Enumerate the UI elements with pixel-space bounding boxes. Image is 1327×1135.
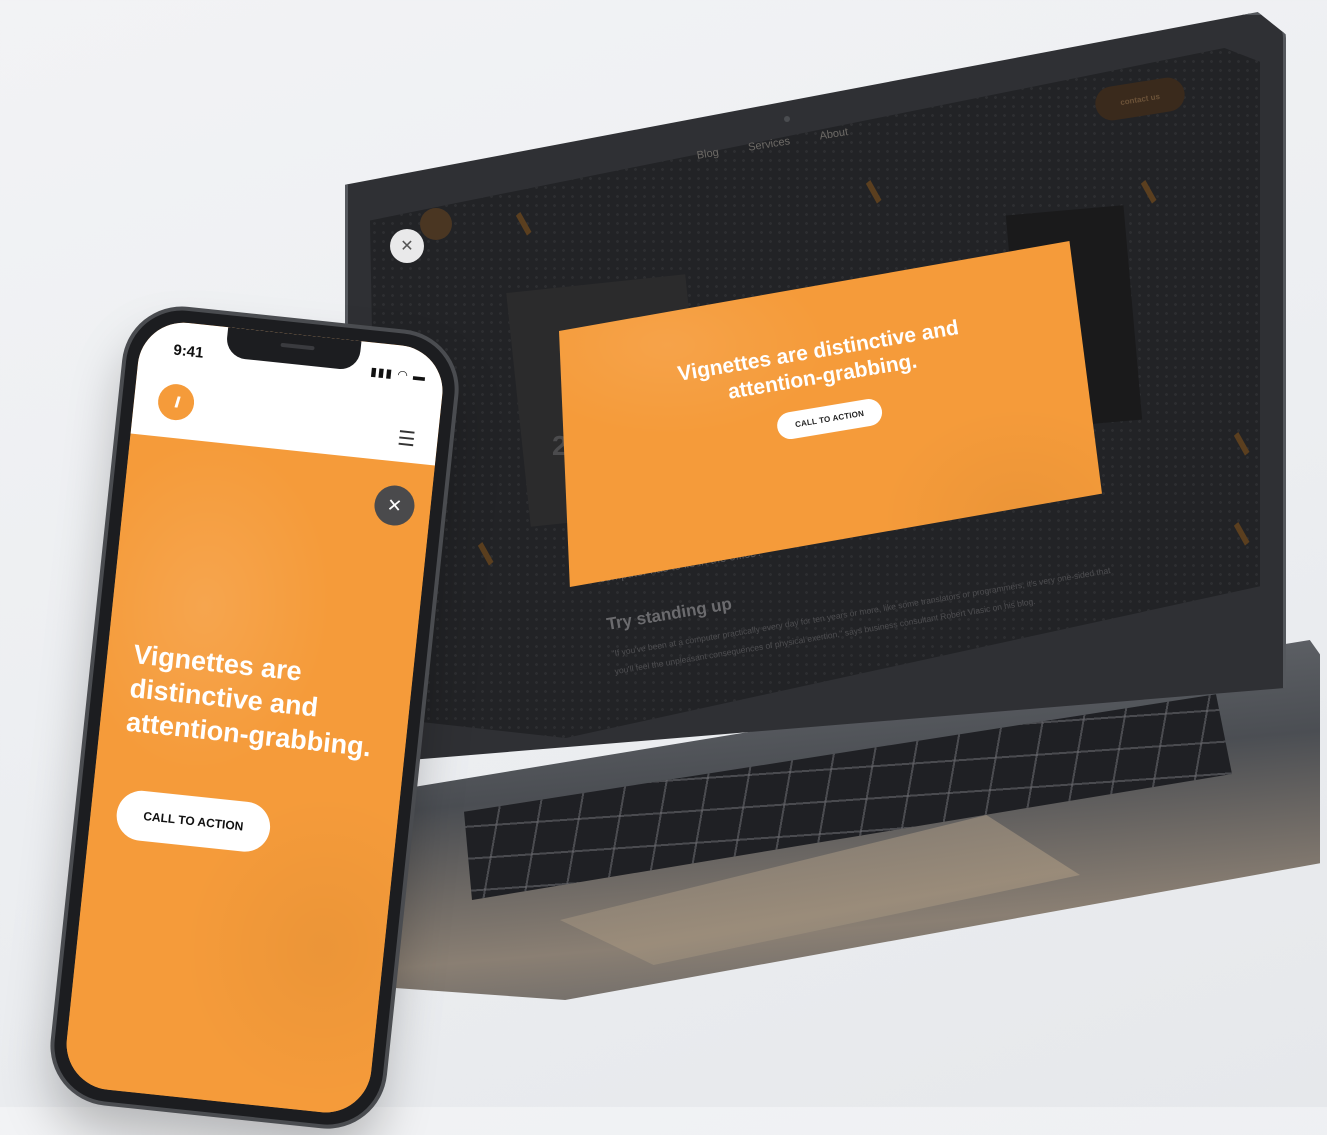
laptop-modal-close-button[interactable]: ✕ (390, 229, 424, 263)
signal-icon: ▮▮▮ (369, 364, 394, 381)
brand-logo-icon (420, 208, 452, 240)
status-time: 9:41 (172, 341, 205, 362)
close-icon: ✕ (400, 238, 414, 255)
camera-icon (784, 116, 790, 122)
battery-icon: ▬ (412, 368, 427, 385)
hamburger-menu-icon[interactable]: ☰ (396, 426, 416, 453)
wifi-icon: ◠ (396, 367, 410, 383)
close-icon: ✕ (385, 494, 404, 516)
status-icons: ▮▮▮ ◠ ▬ (370, 364, 427, 384)
brand-logo-icon[interactable]: // (156, 382, 196, 422)
